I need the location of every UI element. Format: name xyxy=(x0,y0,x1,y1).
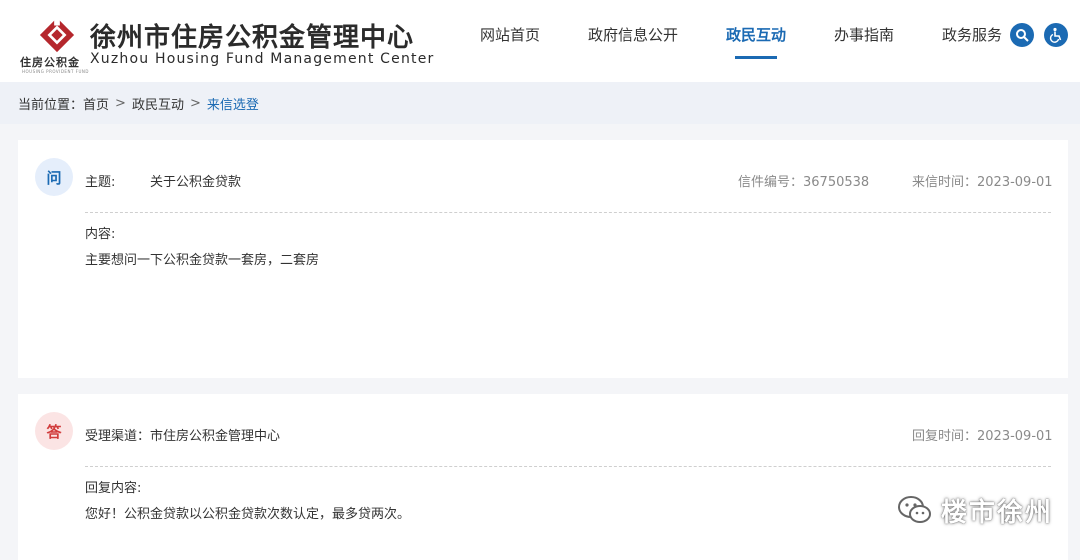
wheelchair-glyph xyxy=(1049,27,1062,43)
site-title-cn: 徐州市住房公积金管理中心 xyxy=(90,23,415,53)
wechat-icon xyxy=(898,496,931,523)
nav-item-home[interactable]: 网站首页 xyxy=(480,24,540,45)
nav-item-services[interactable]: 政务服务 xyxy=(942,24,1002,45)
letter-time: 来信时间：2023-09-01 xyxy=(912,175,1053,190)
accessibility-icon[interactable] xyxy=(1044,23,1068,47)
breadcrumb: 当前位置： 首页 > 政民互动 > 来信选登 xyxy=(0,82,1080,124)
breadcrumb-separator: > xyxy=(189,95,201,111)
divider xyxy=(85,466,1051,467)
breadcrumb-separator: > xyxy=(115,95,126,111)
subject-label: 主题: xyxy=(85,175,116,190)
breadcrumb-label: 当前位置： xyxy=(18,97,84,113)
channel-text: 受理渠道：市住房公积金管理中心 xyxy=(85,429,281,444)
nav-active-indicator xyxy=(735,56,777,59)
nav-item-interaction[interactable]: 政民互动 xyxy=(726,24,786,45)
site-logo[interactable]: 住房公积金 HOUSING PROVIDENT FUND 徐州市住房公积金管理中… xyxy=(18,14,438,74)
search-icon[interactable] xyxy=(1010,23,1034,47)
watermark-text: 楼市徐州 xyxy=(941,497,1054,528)
logo-small-cn: 住房公积金 xyxy=(20,56,80,69)
breadcrumb-interaction[interactable]: 政民互动 xyxy=(132,94,184,113)
divider xyxy=(85,212,1051,213)
reply-time: 回复时间：2023-09-01 xyxy=(912,429,1053,444)
question-content: 主要想问一下公积金贷款一套房，二套房 xyxy=(85,253,320,268)
question-card: 问 主题: 关于公积金贷款 信件编号：36750538 来信时间：2023-09… xyxy=(18,140,1068,378)
site-title-en: Xuzhou Housing Fund Management Center xyxy=(90,51,435,67)
content-label: 内容: xyxy=(85,227,116,242)
nav-item-guide[interactable]: 办事指南 xyxy=(834,24,894,45)
search-glyph xyxy=(1016,29,1029,42)
answer-card: 答 受理渠道：市住房公积金管理中心 回复时间：2023-09-01 回复内容: … xyxy=(18,394,1068,560)
letter-number: 信件编号：36750538 xyxy=(738,175,870,190)
reply-content: 您好！公积金贷款以公积金贷款次数认定，最多贷两次。 xyxy=(85,507,411,522)
reply-content-label: 回复内容: xyxy=(85,481,142,496)
watermark: 楼市徐州 xyxy=(895,490,1053,530)
subject-value: 关于公积金贷款 xyxy=(150,175,242,190)
site-header: 住房公积金 HOUSING PROVIDENT FUND 徐州市住房公积金管理中… xyxy=(0,0,1080,82)
nav-item-gov-info[interactable]: 政府信息公开 xyxy=(588,24,678,45)
answer-badge: 答 xyxy=(35,412,73,450)
question-badge: 问 xyxy=(35,158,73,196)
logo-emblem-icon xyxy=(39,16,75,53)
breadcrumb-home[interactable]: 首页 xyxy=(83,94,109,113)
breadcrumb-current: 来信选登 xyxy=(206,97,259,113)
logo-small-en: HOUSING PROVIDENT FUND xyxy=(22,69,89,74)
